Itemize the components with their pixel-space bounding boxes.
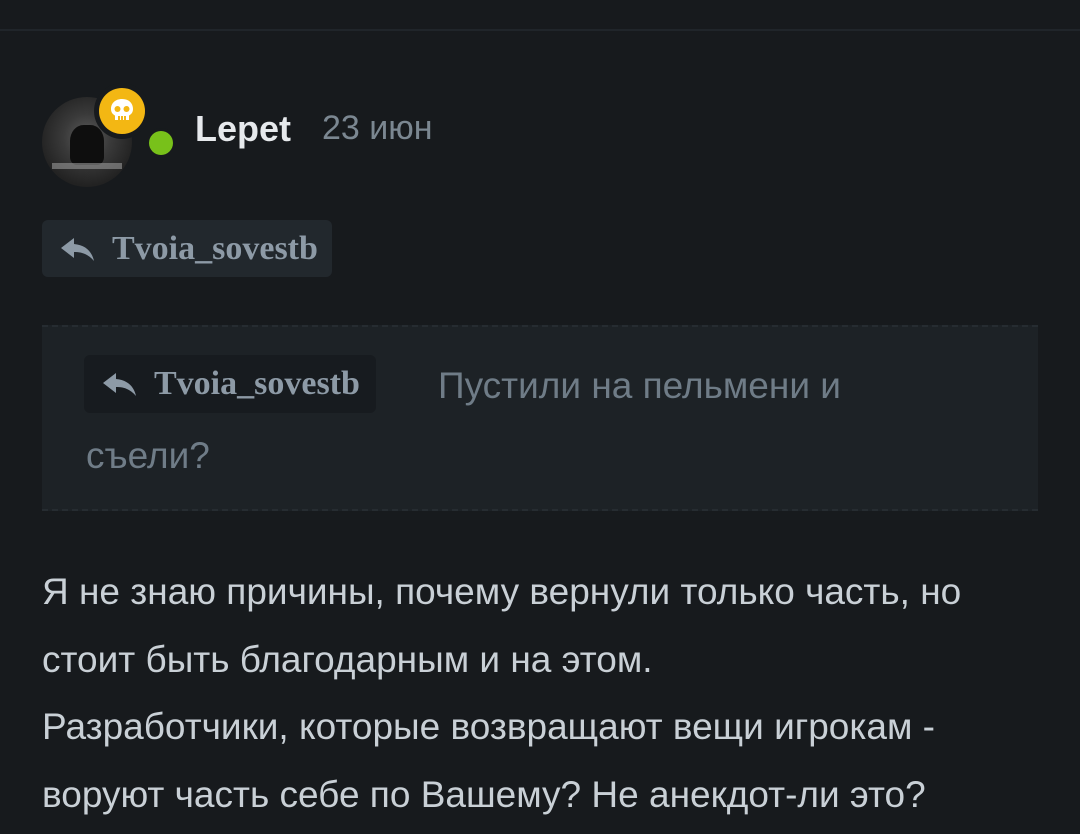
comment-page: Lepet 23 июн Tvoia_sovestb Tvoia_sovestb… <box>0 0 1080 834</box>
reply-to-chip[interactable]: Tvoia_sovestb <box>42 220 332 277</box>
comment-body-line: воруют часть себе по Вашему? Не анекдот-… <box>42 773 926 815</box>
skull-icon <box>111 99 133 120</box>
skull-badge <box>94 83 150 139</box>
comment-body: Я не знаю причины, почему вернули только… <box>42 558 1052 828</box>
comment-body-line: Я не знаю причины, почему вернули только… <box>42 571 962 612</box>
reply-to-username: Tvoia_sovestb <box>112 229 318 267</box>
top-divider <box>0 29 1080 31</box>
quote-reply-username: Tvoia_sovestb <box>154 365 360 402</box>
reply-arrow-icon <box>103 373 136 396</box>
quote-reply-chip[interactable]: Tvoia_sovestb <box>84 355 376 413</box>
online-status-dot <box>146 128 176 158</box>
comment-body-line: Разработчики, которые возвращают вещи иг… <box>42 706 936 747</box>
reply-arrow-icon <box>61 237 94 261</box>
quote-text-line-2: съели? <box>86 435 210 476</box>
comment-body-line: стоит быть благодарным и на этом. <box>42 638 653 680</box>
comment-header: Lepet 23 июн <box>42 74 433 187</box>
avatar-wrap <box>42 83 176 187</box>
comment-date[interactable]: 23 июн <box>322 109 433 148</box>
quoted-comment: Tvoia_sovestb Пустили на пельмени и съел… <box>42 325 1038 511</box>
quote-text-line-1: Пустили на пельмени и <box>438 365 841 406</box>
author-username[interactable]: Lepet <box>195 108 291 150</box>
